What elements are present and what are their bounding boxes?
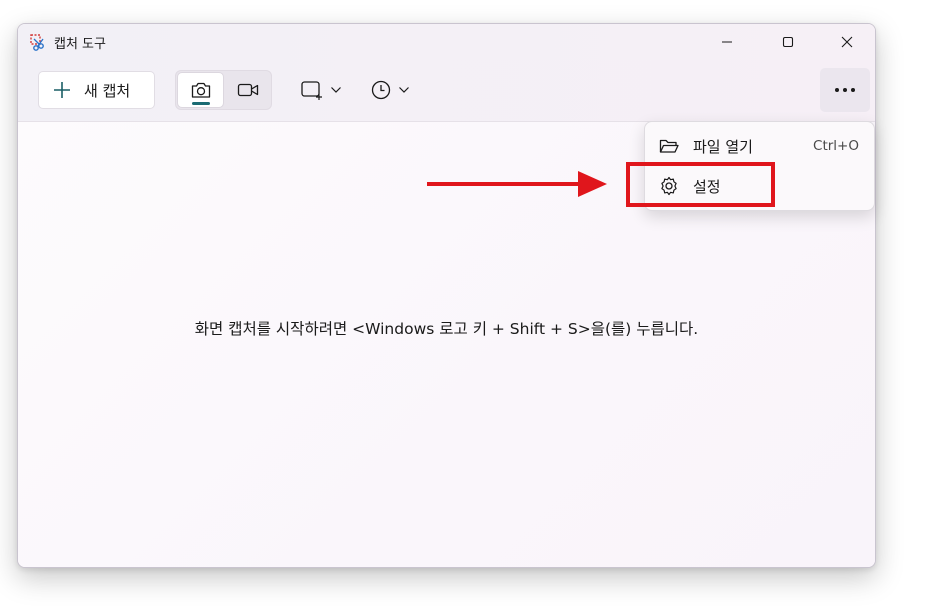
more-icon-dot: [851, 88, 855, 92]
menu-item-label: 파일 열기: [693, 137, 753, 156]
toolbar: 새 캡처: [18, 60, 875, 122]
capture-hint-text: 화면 캡처를 시작하려면 <Windows 로고 키 + Shift + S>을…: [194, 320, 699, 338]
clock-icon: [371, 80, 391, 100]
more-icon: [835, 88, 839, 92]
annotation-arrow: [427, 171, 607, 197]
chevron-down-icon: [399, 87, 409, 93]
title-bar: 캡처 도구: [18, 24, 875, 60]
close-icon: [841, 36, 853, 48]
annotation-highlight-box: [626, 162, 775, 207]
new-capture-label: 새 캡처: [84, 81, 131, 100]
snipping-tool-window: 캡처 도구 새 캡처 화면 캡처를 시작하려면 <Windows 로고 키 + …: [17, 23, 876, 568]
screenshot-mode-button[interactable]: [177, 72, 224, 108]
new-capture-button[interactable]: 새 캡처: [38, 71, 155, 109]
see-more-button[interactable]: [820, 68, 870, 112]
minimize-icon: [722, 41, 732, 43]
folder-open-icon: [659, 139, 679, 153]
window-title: 캡처 도구: [54, 37, 106, 52]
more-icon-dot: [843, 88, 847, 92]
capture-mode-toggle: [175, 70, 272, 110]
video-camera-icon: [237, 83, 259, 97]
close-button[interactable]: [824, 24, 870, 60]
snipping-tool-app-icon: [30, 34, 44, 51]
menu-item-open-file[interactable]: 파일 열기 Ctrl+O: [645, 127, 874, 165]
minimize-button[interactable]: [704, 24, 750, 60]
rectangle-snip-icon: [301, 81, 322, 100]
video-mode-button[interactable]: [225, 72, 271, 108]
active-mode-indicator: [192, 102, 210, 105]
chevron-down-icon: [331, 87, 341, 93]
delay-timer-dropdown[interactable]: [370, 72, 410, 108]
maximize-icon: [782, 36, 794, 48]
camera-icon: [191, 82, 210, 98]
plus-icon: [54, 82, 70, 98]
snip-shape-dropdown[interactable]: [300, 72, 342, 108]
menu-item-shortcut: Ctrl+O: [813, 138, 859, 154]
maximize-button[interactable]: [765, 24, 811, 60]
